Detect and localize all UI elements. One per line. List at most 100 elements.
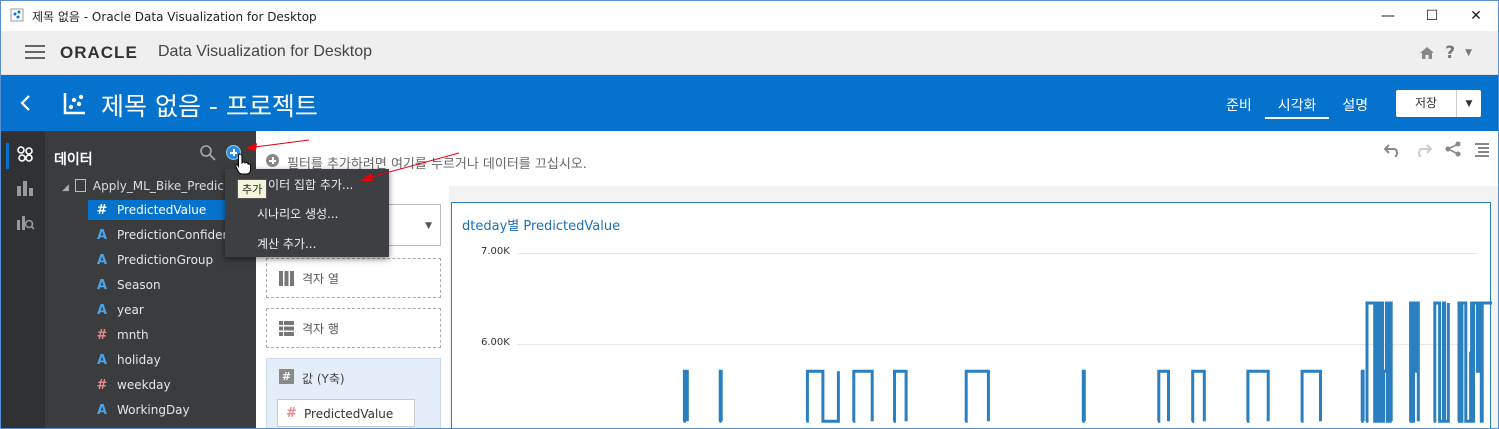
menu-item-create-scenario[interactable]: 시나리오 생성... <box>257 205 339 222</box>
oracle-logo: ORACLE <box>60 43 138 62</box>
add-filter-icon[interactable] <box>266 154 279 167</box>
series-line-segment[interactable] <box>1157 369 1170 423</box>
attribute-icon: A <box>96 352 108 368</box>
window-title-bar[interactable]: 제목 없음 - Oracle Data Visualization for De… <box>1 1 1498 31</box>
series-line-segment[interactable] <box>1365 301 1393 423</box>
grid-columns-label: 격자 열 <box>302 272 339 286</box>
column-item[interactable]: # weekday <box>88 375 256 395</box>
grid-columns-icon <box>279 271 294 286</box>
series-line-segment[interactable] <box>1191 369 1206 423</box>
data-icon[interactable] <box>15 144 35 164</box>
column-name: year <box>117 303 144 317</box>
product-name: Data Visualization for Desktop <box>158 43 373 60</box>
app-icon <box>10 8 24 22</box>
chart-plot <box>682 301 1492 423</box>
minimize-button[interactable]: — <box>1365 1 1411 31</box>
app-window: 제목 없음 - Oracle Data Visualization for De… <box>0 0 1499 429</box>
series-line-segment[interactable] <box>1360 369 1365 423</box>
measure-icon: # <box>286 406 297 421</box>
data-panel-title: 데이터 <box>54 152 93 168</box>
column-item[interactable]: # PredictedValue <box>88 200 225 220</box>
column-name: PredictedValue <box>117 203 207 217</box>
series-line-segment[interactable] <box>1081 369 1086 423</box>
grid-rows-icon <box>279 321 294 336</box>
measure-icon: # <box>279 369 294 384</box>
grid-rows-label: 격자 행 <box>302 322 339 336</box>
help-icon[interactable]: ? <box>1445 43 1455 63</box>
values-label: 값 (Y축) <box>302 372 345 386</box>
canvas-nav: 준비 시각화 설명 <box>1213 95 1381 119</box>
measure-icon: # <box>96 202 108 218</box>
column-item[interactable]: # mnth <box>88 325 256 345</box>
series-line-segment[interactable] <box>805 369 840 423</box>
column-item[interactable]: Ayear <box>88 300 256 320</box>
series-line-segment[interactable] <box>1246 369 1270 423</box>
add-tooltip: 추가 <box>237 179 268 199</box>
series-line-segment[interactable] <box>682 369 689 423</box>
search-icon[interactable] <box>199 144 217 162</box>
active-indicator <box>6 143 9 169</box>
series-line-segment[interactable] <box>964 369 990 423</box>
dataset-node[interactable]: ◢ Apply_ML_Bike_Predic <box>62 179 224 193</box>
series-line-segment[interactable] <box>893 369 908 423</box>
share-icon[interactable] <box>1444 141 1462 157</box>
values-drop-zone[interactable]: # 값 (Y축) # PredictedValue <box>266 358 441 428</box>
values-pill-label: PredictedValue <box>304 407 394 421</box>
series-line-segment[interactable] <box>1300 369 1322 423</box>
project-icon <box>63 93 85 115</box>
chevron-down-icon[interactable]: ▼ <box>425 221 432 231</box>
attribute-icon: A <box>96 227 108 243</box>
redo-icon[interactable] <box>1414 141 1432 157</box>
column-item[interactable]: A Season <box>88 275 256 295</box>
dataset-icon <box>74 179 86 192</box>
series-line-segment[interactable] <box>1433 301 1450 423</box>
close-button[interactable]: ✕ <box>1453 1 1498 31</box>
menu-item-add-calculation[interactable]: 계산 추가... <box>257 235 316 252</box>
chevron-down-icon[interactable]: ▼ <box>1465 48 1472 58</box>
series-line-segment[interactable] <box>1457 301 1484 423</box>
visualizations-icon[interactable] <box>15 178 35 198</box>
save-button-group: 저장 ▼ <box>1396 90 1481 117</box>
expand-icon[interactable]: ◢ <box>62 183 69 193</box>
dataset-name: Apply_ML_Bike_Predic <box>92 179 224 193</box>
column-name: weekday <box>117 378 171 392</box>
measure-icon: # <box>96 377 108 393</box>
home-icon[interactable] <box>1419 46 1435 60</box>
grid-rows-drop-zone[interactable]: 격자 행 <box>266 308 441 348</box>
maximize-button[interactable]: ☐ <box>1409 1 1455 31</box>
save-options-chevron-icon[interactable]: ▼ <box>1456 90 1481 117</box>
viz-canvas: dteday별 PredictedValue 7.00K 6.00K <box>449 186 1498 428</box>
window-title: 제목 없음 - Oracle Data Visualization for De… <box>32 10 317 24</box>
tab-visualize[interactable]: 시각화 <box>1264 95 1330 119</box>
properties-menu-icon[interactable] <box>1474 141 1490 157</box>
undo-icon[interactable] <box>1384 141 1402 157</box>
hamburger-menu-icon[interactable] <box>25 45 45 59</box>
column-item[interactable]: Aholiday <box>88 350 256 370</box>
series-line-segment[interactable] <box>1409 301 1420 423</box>
grid-columns-drop-zone[interactable]: 격자 열 <box>266 258 441 298</box>
hand-cursor-icon <box>235 153 251 175</box>
project-title: 제목 없음 - 프로젝트 <box>101 92 318 121</box>
back-icon[interactable] <box>15 91 37 115</box>
attribute-icon: A <box>96 277 108 293</box>
project-bar: 제목 없음 - 프로젝트 준비 시각화 설명 저장 ▼ <box>1 75 1498 131</box>
line-chart-visualization[interactable]: dteday별 PredictedValue 7.00K 6.00K <box>451 202 1492 428</box>
measure-icon: # <box>96 327 108 343</box>
menu-item-add-dataset[interactable]: 데이터 집합 추가... <box>257 176 353 193</box>
save-button[interactable]: 저장 <box>1396 90 1456 117</box>
series-line-segment[interactable] <box>852 369 874 423</box>
values-pill[interactable]: # PredictedValue <box>277 399 415 427</box>
column-name: WorkingDay <box>117 403 190 417</box>
tab-prepare[interactable]: 준비 <box>1213 95 1265 119</box>
filter-bar[interactable]: 필터를 추가하려면 여기를 누르거나 데이터를 끄십시오. <box>256 131 1498 186</box>
attribute-icon: A <box>96 302 108 318</box>
column-name: mnth <box>117 328 149 342</box>
column-name: PredictionConfidenc <box>117 228 237 242</box>
attribute-icon: A <box>96 252 108 268</box>
analytics-icon[interactable] <box>15 212 35 232</box>
column-name: PredictionGroup <box>117 253 214 267</box>
series-line-segment[interactable] <box>718 369 723 423</box>
tab-narrate[interactable]: 설명 <box>1329 95 1381 119</box>
attribute-icon: A <box>96 402 108 418</box>
column-item[interactable]: A WorkingDay <box>88 400 256 420</box>
